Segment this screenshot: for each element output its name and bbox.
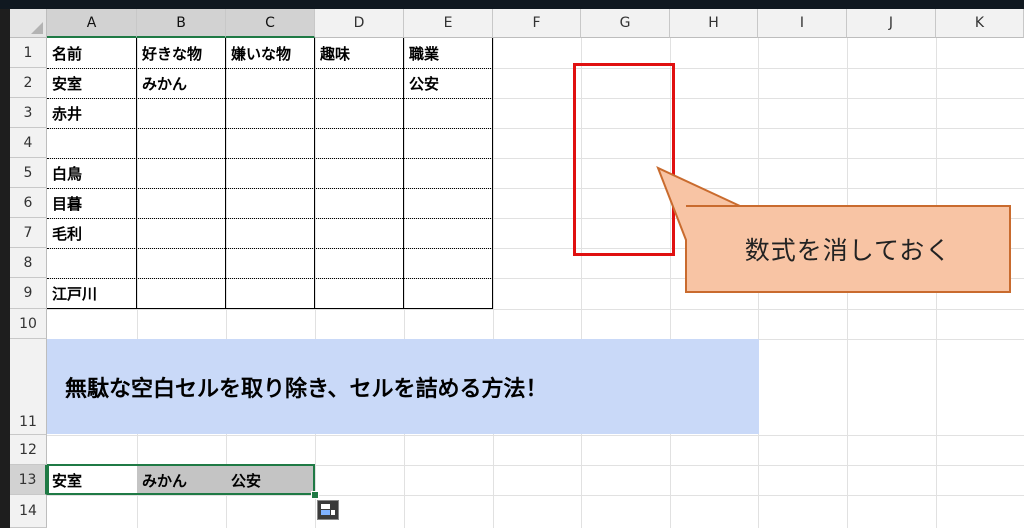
highlight-box [573, 63, 675, 256]
title-banner[interactable]: 無駄な空白セルを取り除き、セルを詰める方法！ [47, 339, 759, 434]
row-header-8[interactable]: 8 [10, 248, 47, 278]
left-panel-strip [0, 9, 10, 528]
row-header-12[interactable]: 12 [10, 435, 47, 465]
cell-b1[interactable]: 好きな物 [137, 38, 225, 68]
quick-analysis-button[interactable] [317, 500, 339, 520]
table-border [314, 38, 315, 309]
column-header-j[interactable]: J [847, 9, 936, 38]
column-header-g[interactable]: G [581, 9, 670, 38]
cell-a3[interactable]: 赤井 [47, 98, 136, 128]
cell-a9[interactable]: 江戸川 [47, 278, 136, 308]
select-all-corner[interactable] [10, 9, 47, 38]
table-border [47, 128, 493, 129]
cell-a2[interactable]: 安室 [47, 68, 136, 98]
gridline [47, 309, 1024, 310]
cell-a7[interactable]: 毛利 [47, 218, 136, 248]
title-strip [0, 0, 1024, 9]
selection-range [47, 464, 315, 495]
column-header-d[interactable]: D [315, 9, 404, 38]
row-header-13[interactable]: 13 [10, 465, 47, 495]
cell-a6[interactable]: 目暮 [47, 188, 136, 218]
cell-a1[interactable]: 名前 [47, 38, 136, 68]
gridline [315, 38, 316, 528]
row-header-3[interactable]: 3 [10, 98, 47, 128]
callout-text: 数式を消しておく [744, 236, 952, 265]
gridline [493, 38, 494, 528]
quick-analysis-icon [321, 504, 335, 515]
cell-e1[interactable]: 職業 [404, 38, 492, 68]
gridline [137, 38, 138, 528]
row-header-14[interactable]: 14 [10, 495, 47, 528]
gridline [47, 435, 1024, 436]
cell-d1[interactable]: 趣味 [315, 38, 403, 68]
row-header-7[interactable]: 7 [10, 218, 47, 248]
column-header-k[interactable]: K [936, 9, 1024, 38]
row-header-4[interactable]: 4 [10, 128, 47, 158]
fill-handle[interactable] [311, 491, 319, 499]
column-header-a[interactable]: A [47, 9, 137, 38]
gridline [47, 495, 1024, 496]
cell-e2[interactable]: 公安 [404, 68, 492, 98]
cell-b2[interactable]: みかん [137, 68, 225, 98]
column-header-e[interactable]: E [404, 9, 493, 38]
gridline [404, 38, 405, 528]
table-border [225, 38, 226, 309]
row-header-6[interactable]: 6 [10, 188, 47, 218]
table-border [492, 38, 493, 309]
row-header-1[interactable]: 1 [10, 38, 47, 68]
column-header-i[interactable]: I [758, 9, 847, 38]
gridline [226, 38, 227, 528]
column-header-h[interactable]: H [670, 9, 758, 38]
cell-a5[interactable]: 白鳥 [47, 158, 136, 188]
row-header-9[interactable]: 9 [10, 278, 47, 309]
column-header-b[interactable]: B [137, 9, 226, 38]
table-border [47, 308, 493, 309]
cell-c1[interactable]: 嫌いな物 [226, 38, 314, 68]
row-header-2[interactable]: 2 [10, 68, 47, 98]
row-header-10[interactable]: 10 [10, 309, 47, 339]
table-border [47, 248, 493, 249]
row-header-5[interactable]: 5 [10, 158, 47, 188]
row-header-11[interactable]: 11 [10, 339, 47, 435]
column-header-c[interactable]: C [226, 9, 315, 38]
column-header-f[interactable]: F [493, 9, 581, 38]
